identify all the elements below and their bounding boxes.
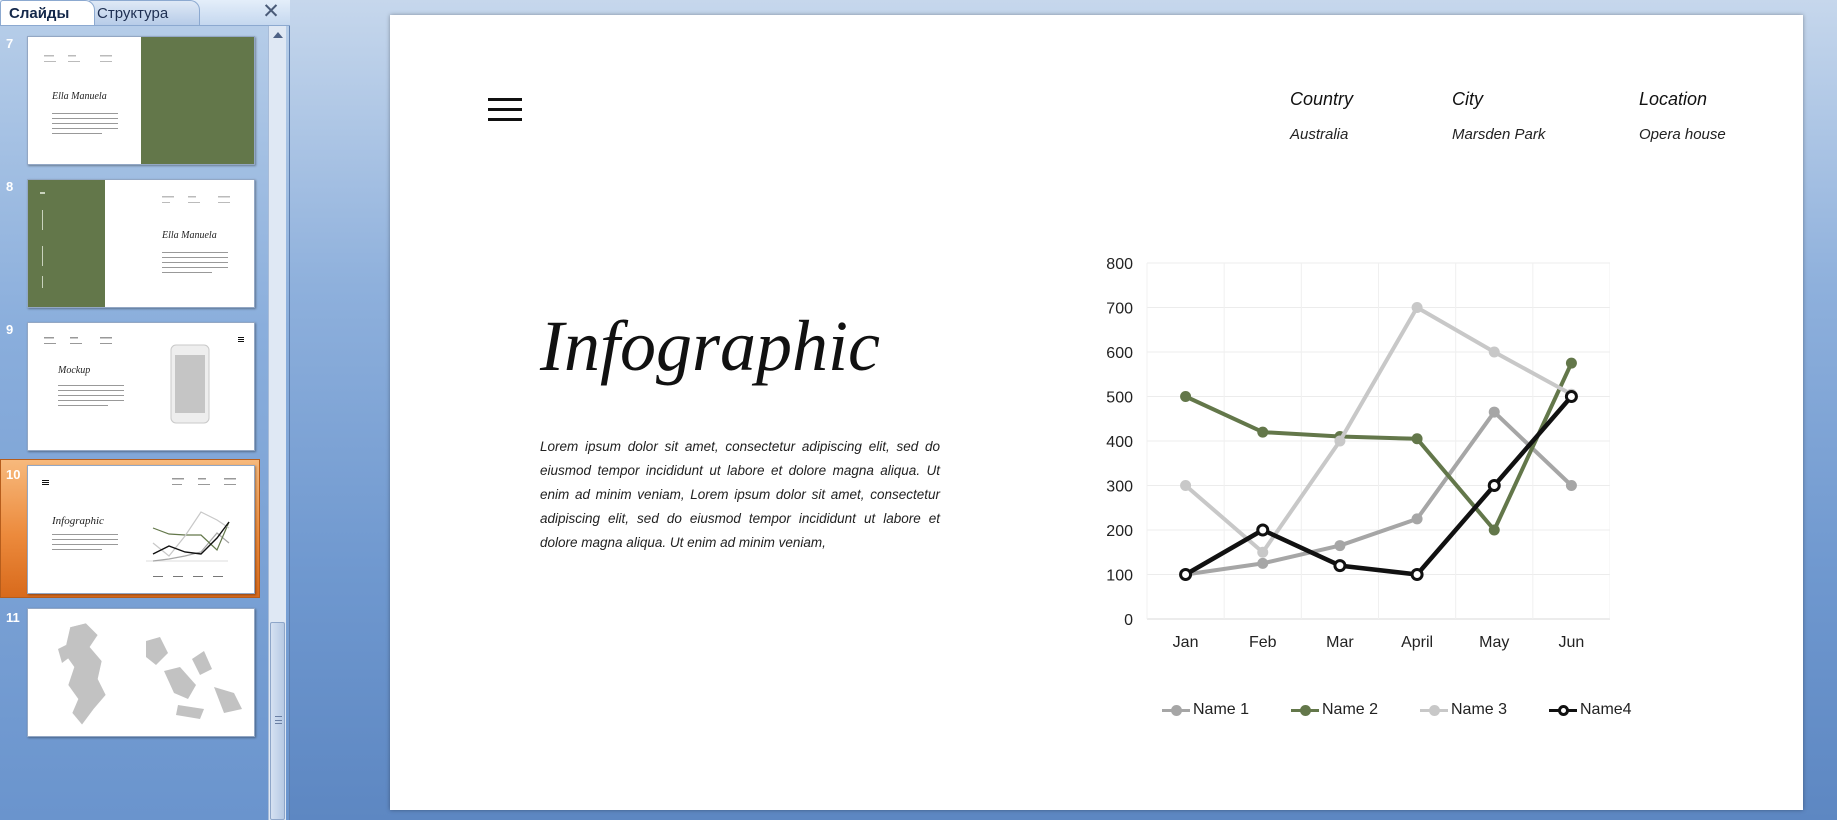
- thumbnail-preview: [58, 622, 242, 726]
- legend-label: Name4: [1580, 701, 1632, 718]
- x-tick-label: Jan: [1173, 634, 1199, 651]
- thumbnail-title: Mockup: [57, 365, 90, 376]
- legend-marker: [1429, 705, 1440, 716]
- line-chart: 0 100 200 300 400 500 600 700 800 Jan Feb Mar April M…: [1090, 235, 1632, 740]
- data-point: [1411, 433, 1423, 445]
- y-tick-label: 100: [1106, 568, 1133, 585]
- scrollbar-thumb[interactable]: [270, 622, 285, 820]
- data-point: [1565, 357, 1577, 369]
- y-tick-label: 700: [1106, 301, 1133, 318]
- chart-plot: 0 100 200 300 400 500 600 700 800 Jan Feb Mar April M…: [1106, 256, 1610, 651]
- close-icon[interactable]: ✕: [260, 1, 282, 23]
- data-point: [1565, 480, 1577, 491]
- grip-icon: [275, 716, 282, 724]
- legend-label: Name 2: [1322, 701, 1379, 718]
- y-tick-label: 200: [1106, 523, 1133, 540]
- x-tick-label: April: [1401, 634, 1433, 651]
- x-tick-label: Jun: [1559, 634, 1585, 651]
- data-point: [1179, 568, 1193, 581]
- tab-outline[interactable]: Структура: [88, 0, 200, 25]
- thumbnail-preview: Infographic: [42, 478, 236, 577]
- data-point: [1257, 546, 1269, 558]
- thumbnail-preview: Ella Manuela: [28, 180, 230, 307]
- slide-canvas: Country Australia City Marsden Park Loca…: [390, 15, 1803, 810]
- pane-tabbar: Слайды Структура ✕: [0, 0, 290, 26]
- thumbnail-number: 8: [6, 179, 14, 194]
- data-point: [1180, 391, 1192, 402]
- thumbnail-title: Infographic: [51, 515, 104, 527]
- thumbnail-slide-10[interactable]: Infographic: [27, 465, 255, 594]
- y-tick-label: 400: [1106, 434, 1133, 451]
- tab-slides[interactable]: Слайды: [0, 0, 95, 25]
- country-value: Australia: [1290, 126, 1349, 143]
- thumbnail-slide-8[interactable]: Ella Manuela: [27, 179, 255, 308]
- data-point: [1334, 540, 1346, 552]
- thumbnail-preview: Ella Manuela: [44, 37, 254, 164]
- slide-body-text: Lorem ipsum dolor sit amet, consectetur …: [540, 439, 940, 550]
- legend-label: Name 3: [1451, 701, 1508, 718]
- location-label: Location: [1639, 89, 1708, 109]
- hamburger-menu-icon[interactable]: [488, 98, 522, 124]
- y-tick-label: 500: [1106, 390, 1133, 407]
- y-tick-label: 0: [1124, 612, 1133, 629]
- thumbnail-slide-11[interactable]: [27, 608, 255, 737]
- data-point: [1180, 480, 1192, 491]
- thumbnail-title: Ella Manuela: [51, 91, 107, 102]
- data-point: [1333, 559, 1347, 573]
- thumbnail-list: 7 Ella Manuela 8 Ella Manuela 9 Mockup 1…: [0, 26, 268, 820]
- thumbnail-number: 7: [6, 36, 14, 51]
- city-label: City: [1452, 89, 1483, 109]
- data-point: [1487, 479, 1501, 492]
- y-tick-label: 800: [1106, 256, 1133, 273]
- data-point: [1257, 426, 1269, 438]
- data-point: [1257, 557, 1269, 569]
- thumbnail-preview: Mockup: [44, 337, 244, 424]
- chart-legend: Name 1 Name 2 Name 3 Name4: [1090, 695, 1632, 725]
- country-label: Country: [1290, 89, 1354, 109]
- legend-marker: [1558, 705, 1569, 716]
- thumbnail-number: 9: [6, 322, 14, 337]
- data-point: [1488, 346, 1500, 358]
- slide-title: Infographic: [540, 306, 880, 386]
- thumbnail-number: 11: [6, 610, 20, 625]
- thumbnail-number: 10: [6, 467, 21, 482]
- legend-label: Name 1: [1193, 701, 1250, 718]
- x-tick-label: Mar: [1326, 634, 1354, 651]
- data-point: [1564, 390, 1578, 403]
- thumbnail-slide-9[interactable]: Mockup: [27, 322, 255, 451]
- legend-marker: [1171, 705, 1182, 716]
- scroll-up-icon[interactable]: [273, 32, 283, 38]
- slides-pane: Слайды Структура ✕ 7 Ella Manuela 8 Ella…: [0, 0, 290, 820]
- city-value: Marsden Park: [1452, 126, 1546, 143]
- data-point: [1334, 435, 1346, 447]
- y-tick-label: 600: [1106, 345, 1133, 362]
- location-value: Opera house: [1639, 126, 1726, 143]
- data-point: [1488, 406, 1500, 418]
- thumbnail-slide-7[interactable]: Ella Manuela: [27, 36, 255, 165]
- y-tick-label: 300: [1106, 479, 1133, 496]
- thumbnail-title: Ella Manuela: [161, 230, 217, 241]
- pane-scrollbar[interactable]: [268, 26, 286, 820]
- data-point: [1256, 523, 1270, 537]
- data-point: [1410, 568, 1424, 581]
- x-tick-label: May: [1479, 634, 1509, 651]
- data-point: [1488, 524, 1500, 536]
- legend-marker: [1300, 705, 1311, 716]
- x-tick-label: Feb: [1249, 634, 1277, 651]
- data-point: [1411, 302, 1423, 313]
- data-point: [1411, 513, 1423, 525]
